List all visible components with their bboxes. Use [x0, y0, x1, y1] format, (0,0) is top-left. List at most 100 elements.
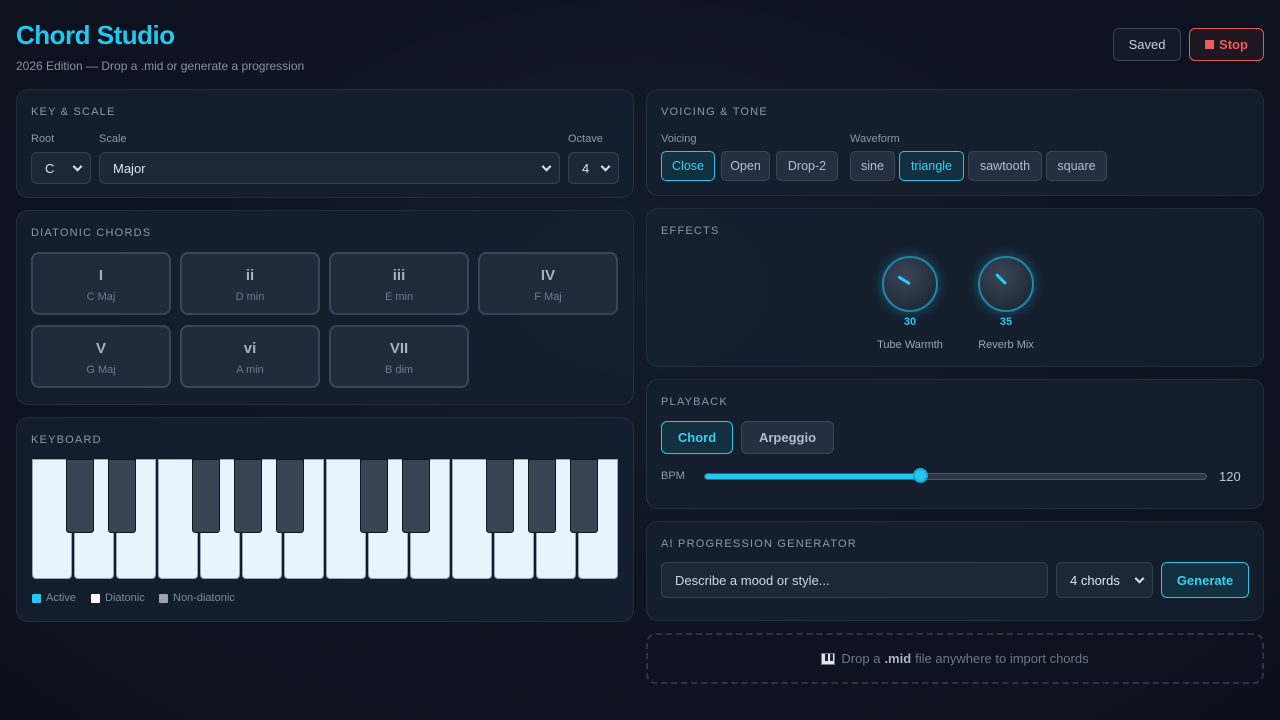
chord-card[interactable]: IV F Maj: [478, 252, 618, 315]
legend-active: Active: [32, 592, 76, 604]
key-scale-panel: KEY & SCALE Root C Scale Major Octave 4: [16, 89, 634, 198]
root-select[interactable]: C: [31, 152, 91, 184]
chord-card[interactable]: V G Maj: [31, 325, 171, 388]
knob-indicator: [995, 273, 1008, 286]
knob-indicator: [897, 275, 911, 286]
tube-warmth-control: 30 Tube Warmth: [870, 256, 950, 351]
waveform-label: Waveform: [850, 133, 900, 145]
generate-button[interactable]: Generate: [1161, 562, 1249, 598]
chord-name: D min: [235, 291, 265, 303]
legend-label-active: Active: [46, 592, 76, 604]
bpm-slider-fill: [705, 474, 921, 479]
stop-label: Stop: [1219, 37, 1248, 52]
reverb-mix-control: 35 Reverb Mix: [966, 256, 1046, 351]
reverb-mix-value: 35: [999, 316, 1013, 328]
scale-value: Major: [113, 160, 146, 176]
chord-roman: I: [98, 267, 104, 284]
stop-button[interactable]: Stop: [1189, 28, 1264, 61]
piano-keyboard[interactable]: [32, 459, 618, 579]
black-key[interactable]: [66, 459, 94, 533]
chord-roman: ii: [245, 267, 255, 284]
bpm-value: 120: [1219, 469, 1241, 484]
waveform-square-button[interactable]: square: [1046, 151, 1107, 181]
mode-arpeggio-button[interactable]: Arpeggio: [741, 421, 834, 454]
chord-roman: VII: [389, 340, 409, 357]
chord-name: A min: [236, 364, 264, 376]
bpm-slider-thumb[interactable]: [913, 468, 929, 483]
dropzone-text-before: Drop a: [841, 651, 881, 666]
root-label: Root: [31, 133, 55, 145]
keyboard-title: KEYBOARD: [31, 434, 102, 446]
waveform-sawtooth-button[interactable]: sawtooth: [968, 151, 1042, 181]
voicing-label: Voicing: [661, 133, 697, 145]
voicing-open-button[interactable]: Open: [721, 151, 770, 181]
bpm-label: BPM: [661, 470, 685, 482]
legend-nondiatonic: Non-diatonic: [159, 592, 235, 604]
chevron-down-icon: [541, 161, 552, 172]
chord-card[interactable]: I C Maj: [31, 252, 171, 315]
black-key[interactable]: [234, 459, 262, 533]
diatonic-title: DIATONIC CHORDS: [31, 227, 152, 239]
black-key[interactable]: [570, 459, 598, 533]
chord-card[interactable]: ii D min: [180, 252, 320, 315]
reverb-mix-knob[interactable]: [978, 256, 1034, 312]
voicing-close-button[interactable]: Close: [661, 151, 715, 181]
waveform-triangle-button[interactable]: triangle: [899, 151, 964, 181]
voicing-drop2-button[interactable]: Drop-2: [776, 151, 838, 181]
waveform-sine-button[interactable]: sine: [850, 151, 895, 181]
dropzone-text-bold: .mid: [884, 651, 912, 666]
chord-roman: vi: [243, 340, 257, 357]
chord-name: B dim: [384, 364, 414, 376]
chord-roman: IV: [540, 267, 556, 284]
scale-select[interactable]: Major: [99, 152, 560, 184]
saved-button[interactable]: Saved: [1113, 28, 1181, 61]
octave-select[interactable]: 4: [568, 152, 619, 184]
root-value: C: [45, 160, 55, 176]
playback-panel: PLAYBACK Chord Arpeggio BPM 120: [646, 379, 1264, 509]
reverb-mix-label: Reverb Mix: [978, 339, 1034, 351]
black-key[interactable]: [276, 459, 304, 533]
tube-warmth-knob[interactable]: [882, 256, 938, 312]
scale-label: Scale: [99, 133, 127, 145]
chord-count-select[interactable]: 4 chords: [1056, 562, 1153, 598]
mode-chord-button[interactable]: Chord: [661, 421, 733, 454]
ai-title: AI PROGRESSION GENERATOR: [661, 538, 857, 550]
black-key[interactable]: [108, 459, 136, 533]
black-key[interactable]: [402, 459, 430, 533]
ai-panel: AI PROGRESSION GENERATOR Describe a mood…: [646, 521, 1264, 621]
tube-warmth-label: Tube Warmth: [877, 339, 943, 351]
chord-card[interactable]: iii E min: [329, 252, 469, 315]
playback-title: PLAYBACK: [661, 396, 728, 408]
stop-icon: [1205, 40, 1215, 49]
tube-warmth-value: 30: [903, 316, 917, 328]
dropzone-text-after: file anywhere to import chords: [915, 651, 1089, 666]
chevron-down-icon: [72, 161, 83, 172]
chord-name: E min: [384, 291, 414, 303]
chord-name: F Maj: [534, 291, 562, 303]
keyboard-panel: KEYBOARD Active Diatonic Non-diatonic: [16, 417, 634, 622]
chevron-down-icon: [600, 161, 611, 172]
chord-roman: iii: [392, 267, 406, 284]
app-header: Chord Studio 2026 Edition — Drop a .mid …: [16, 20, 304, 73]
voicing-title: VOICING & TONE: [661, 106, 768, 118]
black-key[interactable]: [360, 459, 388, 533]
app-subtitle: 2026 Edition — Drop a .mid or generate a…: [16, 59, 305, 73]
black-key[interactable]: [192, 459, 220, 533]
chord-name: C Maj: [86, 291, 116, 303]
legend-swatch-nondiatonic: [159, 593, 168, 603]
bpm-slider[interactable]: [704, 473, 1207, 480]
black-key[interactable]: [528, 459, 556, 533]
midi-dropzone[interactable]: Drop a .mid file anywhere to import chor…: [646, 633, 1264, 684]
legend-swatch-active: [32, 593, 41, 603]
chevron-down-icon: [1134, 573, 1145, 584]
legend-label-diatonic: Diatonic: [105, 592, 145, 604]
chord-card[interactable]: VII B dim: [329, 325, 469, 388]
black-key[interactable]: [486, 459, 514, 533]
chord-count-value: 4 chords: [1070, 572, 1120, 588]
chord-card[interactable]: vi A min: [180, 325, 320, 388]
legend-swatch-diatonic: [91, 593, 100, 603]
chord-roman: V: [95, 340, 106, 357]
mood-input[interactable]: Describe a mood or style...: [661, 562, 1048, 598]
legend-label-nondiatonic: Non-diatonic: [173, 592, 235, 604]
piano-icon: [821, 652, 836, 665]
